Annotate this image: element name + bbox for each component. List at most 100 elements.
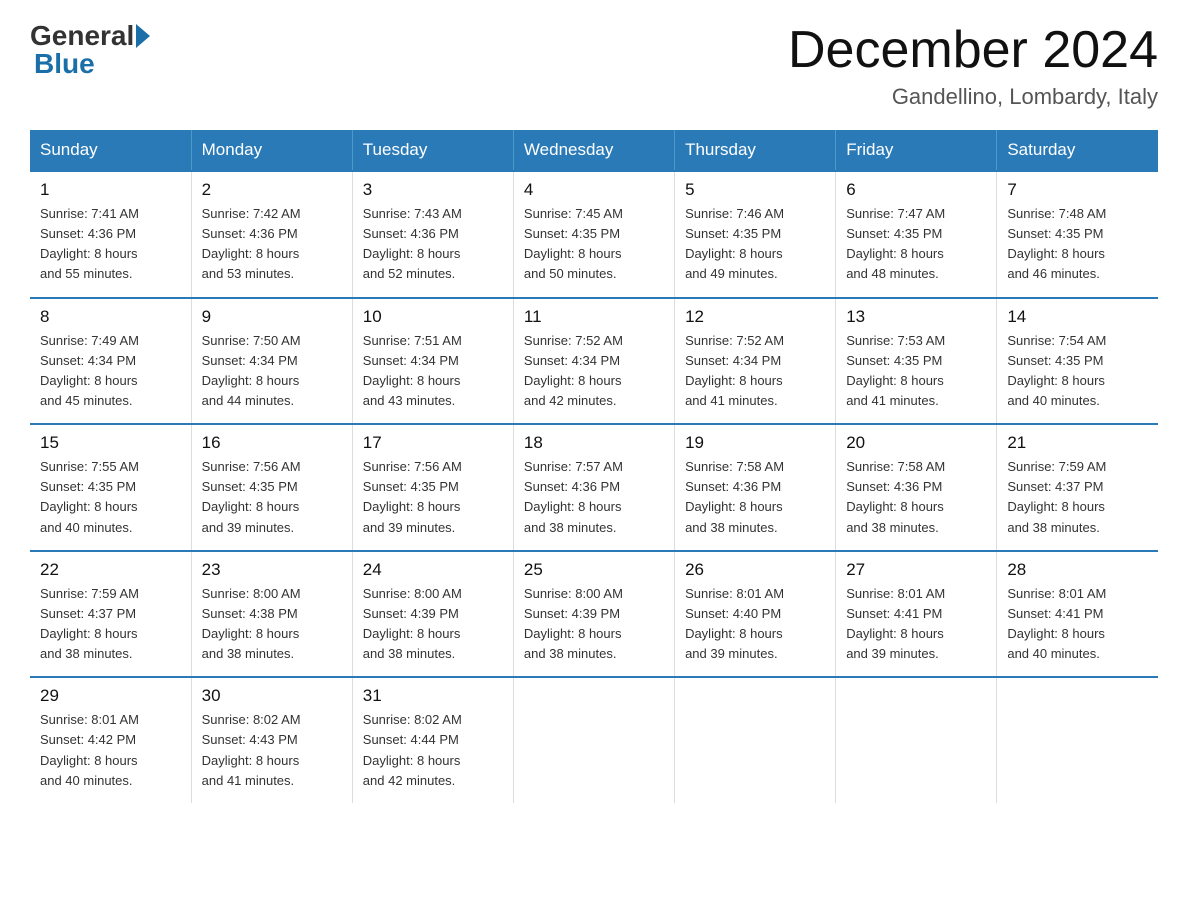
title-section: December 2024 Gandellino, Lombardy, Ital… xyxy=(788,20,1158,110)
calendar-cell xyxy=(513,677,674,803)
day-number: 30 xyxy=(202,686,342,706)
day-number: 28 xyxy=(1007,560,1148,580)
day-number: 26 xyxy=(685,560,825,580)
calendar-table: SundayMondayTuesdayWednesdayThursdayFrid… xyxy=(30,130,1158,803)
day-number: 31 xyxy=(363,686,503,706)
day-number: 14 xyxy=(1007,307,1148,327)
calendar-cell: 24 Sunrise: 8:00 AM Sunset: 4:39 PM Dayli… xyxy=(352,551,513,678)
day-info: Sunrise: 7:52 AM Sunset: 4:34 PM Dayligh… xyxy=(524,331,664,412)
calendar-cell: 31 Sunrise: 8:02 AM Sunset: 4:44 PM Dayli… xyxy=(352,677,513,803)
day-number: 5 xyxy=(685,180,825,200)
calendar-cell: 21Sunrise: 7:59 AM Sunset: 4:37 PM Dayli… xyxy=(997,424,1158,551)
day-info: Sunrise: 8:01 AM Sunset: 4:41 PM Dayligh… xyxy=(1007,584,1148,665)
calendar-cell: 14 Sunrise: 7:54 AM Sunset: 4:35 PM Dayli… xyxy=(997,298,1158,425)
day-header-tuesday: Tuesday xyxy=(352,130,513,171)
day-number: 7 xyxy=(1007,180,1148,200)
day-number: 10 xyxy=(363,307,503,327)
day-info: Sunrise: 7:58 AM Sunset: 4:36 PM Dayligh… xyxy=(846,457,986,538)
header-row: SundayMondayTuesdayWednesdayThursdayFrid… xyxy=(30,130,1158,171)
day-info: Sunrise: 7:43 AM Sunset: 4:36 PM Dayligh… xyxy=(363,204,503,285)
calendar-cell: 5 Sunrise: 7:46 AM Sunset: 4:35 PM Daylig… xyxy=(675,171,836,298)
day-info: Sunrise: 7:56 AM Sunset: 4:35 PM Dayligh… xyxy=(202,457,342,538)
calendar-cell: 30Sunrise: 8:02 AM Sunset: 4:43 PM Dayli… xyxy=(191,677,352,803)
calendar-cell: 12Sunrise: 7:52 AM Sunset: 4:34 PM Dayli… xyxy=(675,298,836,425)
day-number: 20 xyxy=(846,433,986,453)
day-info: Sunrise: 7:58 AM Sunset: 4:36 PM Dayligh… xyxy=(685,457,825,538)
calendar-cell: 23 Sunrise: 8:00 AM Sunset: 4:38 PM Dayli… xyxy=(191,551,352,678)
day-info: Sunrise: 8:02 AM Sunset: 4:44 PM Dayligh… xyxy=(363,710,503,791)
logo-arrow-icon xyxy=(136,24,150,48)
page-header: General Blue December 2024 Gandellino, L… xyxy=(30,20,1158,110)
day-header-monday: Monday xyxy=(191,130,352,171)
calendar-cell xyxy=(836,677,997,803)
calendar-cell: 1 Sunrise: 7:41 AM Sunset: 4:36 PM Daylig… xyxy=(30,171,191,298)
day-info: Sunrise: 7:42 AM Sunset: 4:36 PM Dayligh… xyxy=(202,204,342,285)
calendar-cell: 27 Sunrise: 8:01 AM Sunset: 4:41 PM Dayli… xyxy=(836,551,997,678)
logo-blue-text: Blue xyxy=(34,48,95,79)
day-info: Sunrise: 7:53 AM Sunset: 4:35 PM Dayligh… xyxy=(846,331,986,412)
day-info: Sunrise: 8:01 AM Sunset: 4:42 PM Dayligh… xyxy=(40,710,181,791)
calendar-cell: 25 Sunrise: 8:00 AM Sunset: 4:39 PM Dayli… xyxy=(513,551,674,678)
calendar-cell: 29Sunrise: 8:01 AM Sunset: 4:42 PM Dayli… xyxy=(30,677,191,803)
week-row-5: 29Sunrise: 8:01 AM Sunset: 4:42 PM Dayli… xyxy=(30,677,1158,803)
day-number: 15 xyxy=(40,433,181,453)
month-title: December 2024 xyxy=(788,20,1158,80)
calendar-cell: 4 Sunrise: 7:45 AM Sunset: 4:35 PM Daylig… xyxy=(513,171,674,298)
day-info: Sunrise: 7:41 AM Sunset: 4:36 PM Dayligh… xyxy=(40,204,181,285)
calendar-cell: 20 Sunrise: 7:58 AM Sunset: 4:36 PM Dayli… xyxy=(836,424,997,551)
day-number: 11 xyxy=(524,307,664,327)
calendar-cell xyxy=(997,677,1158,803)
day-info: Sunrise: 7:50 AM Sunset: 4:34 PM Dayligh… xyxy=(202,331,342,412)
calendar-cell: 3 Sunrise: 7:43 AM Sunset: 4:36 PM Daylig… xyxy=(352,171,513,298)
logo: General Blue xyxy=(30,20,152,80)
calendar-cell: 13 Sunrise: 7:53 AM Sunset: 4:35 PM Dayli… xyxy=(836,298,997,425)
day-info: Sunrise: 7:55 AM Sunset: 4:35 PM Dayligh… xyxy=(40,457,181,538)
week-row-2: 8Sunrise: 7:49 AM Sunset: 4:34 PM Daylig… xyxy=(30,298,1158,425)
week-row-1: 1 Sunrise: 7:41 AM Sunset: 4:36 PM Daylig… xyxy=(30,171,1158,298)
day-header-friday: Friday xyxy=(836,130,997,171)
calendar-cell: 17Sunrise: 7:56 AM Sunset: 4:35 PM Dayli… xyxy=(352,424,513,551)
day-info: Sunrise: 7:52 AM Sunset: 4:34 PM Dayligh… xyxy=(685,331,825,412)
day-number: 24 xyxy=(363,560,503,580)
day-info: Sunrise: 7:49 AM Sunset: 4:34 PM Dayligh… xyxy=(40,331,181,412)
day-number: 1 xyxy=(40,180,181,200)
day-number: 16 xyxy=(202,433,342,453)
day-info: Sunrise: 7:54 AM Sunset: 4:35 PM Dayligh… xyxy=(1007,331,1148,412)
day-number: 25 xyxy=(524,560,664,580)
day-info: Sunrise: 7:56 AM Sunset: 4:35 PM Dayligh… xyxy=(363,457,503,538)
day-header-wednesday: Wednesday xyxy=(513,130,674,171)
day-number: 13 xyxy=(846,307,986,327)
day-info: Sunrise: 8:00 AM Sunset: 4:38 PM Dayligh… xyxy=(202,584,342,665)
calendar-cell: 28 Sunrise: 8:01 AM Sunset: 4:41 PM Dayli… xyxy=(997,551,1158,678)
day-info: Sunrise: 7:47 AM Sunset: 4:35 PM Dayligh… xyxy=(846,204,986,285)
calendar-cell: 8Sunrise: 7:49 AM Sunset: 4:34 PM Daylig… xyxy=(30,298,191,425)
day-number: 3 xyxy=(363,180,503,200)
day-header-thursday: Thursday xyxy=(675,130,836,171)
calendar-cell: 16 Sunrise: 7:56 AM Sunset: 4:35 PM Dayli… xyxy=(191,424,352,551)
day-info: Sunrise: 8:00 AM Sunset: 4:39 PM Dayligh… xyxy=(363,584,503,665)
calendar-cell: 26 Sunrise: 8:01 AM Sunset: 4:40 PM Dayli… xyxy=(675,551,836,678)
day-number: 18 xyxy=(524,433,664,453)
day-info: Sunrise: 8:00 AM Sunset: 4:39 PM Dayligh… xyxy=(524,584,664,665)
day-number: 23 xyxy=(202,560,342,580)
calendar-cell: 18Sunrise: 7:57 AM Sunset: 4:36 PM Dayli… xyxy=(513,424,674,551)
day-number: 27 xyxy=(846,560,986,580)
calendar-cell: 10 Sunrise: 7:51 AM Sunset: 4:34 PM Dayli… xyxy=(352,298,513,425)
day-info: Sunrise: 7:59 AM Sunset: 4:37 PM Dayligh… xyxy=(40,584,181,665)
day-number: 19 xyxy=(685,433,825,453)
calendar-cell: 6 Sunrise: 7:47 AM Sunset: 4:35 PM Daylig… xyxy=(836,171,997,298)
day-number: 4 xyxy=(524,180,664,200)
day-info: Sunrise: 8:01 AM Sunset: 4:41 PM Dayligh… xyxy=(846,584,986,665)
week-row-3: 15 Sunrise: 7:55 AM Sunset: 4:35 PM Dayli… xyxy=(30,424,1158,551)
week-row-4: 22Sunrise: 7:59 AM Sunset: 4:37 PM Dayli… xyxy=(30,551,1158,678)
day-number: 6 xyxy=(846,180,986,200)
day-info: Sunrise: 7:46 AM Sunset: 4:35 PM Dayligh… xyxy=(685,204,825,285)
day-info: Sunrise: 8:01 AM Sunset: 4:40 PM Dayligh… xyxy=(685,584,825,665)
day-info: Sunrise: 7:51 AM Sunset: 4:34 PM Dayligh… xyxy=(363,331,503,412)
day-info: Sunrise: 7:45 AM Sunset: 4:35 PM Dayligh… xyxy=(524,204,664,285)
calendar-cell: 19 Sunrise: 7:58 AM Sunset: 4:36 PM Dayli… xyxy=(675,424,836,551)
location-text: Gandellino, Lombardy, Italy xyxy=(788,84,1158,110)
day-header-sunday: Sunday xyxy=(30,130,191,171)
calendar-cell: 15 Sunrise: 7:55 AM Sunset: 4:35 PM Dayli… xyxy=(30,424,191,551)
day-info: Sunrise: 7:48 AM Sunset: 4:35 PM Dayligh… xyxy=(1007,204,1148,285)
